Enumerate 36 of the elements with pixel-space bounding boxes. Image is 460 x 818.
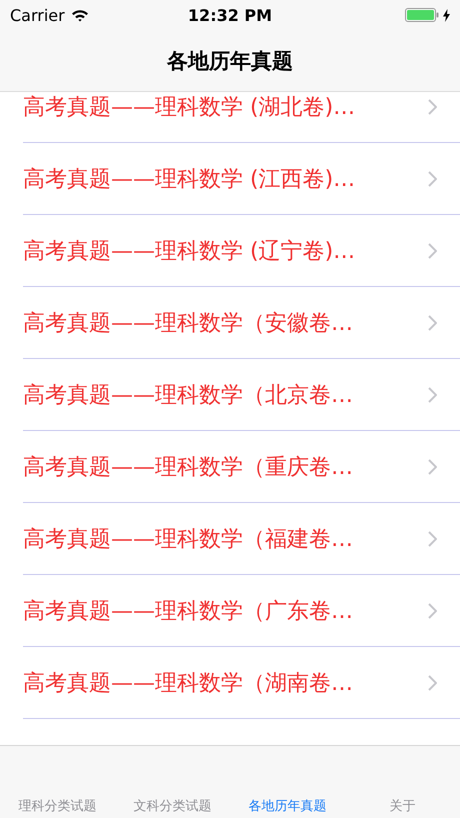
row-title: 高考真题——理科数学 (江西卷)… [23,166,356,194]
list-row[interactable]: 高考真题——理科数学（北京卷… [23,359,460,431]
chevron-icon [428,98,437,114]
row-title: 高考真题——理科数学（北京卷… [23,382,353,410]
list-row[interactable]: 高考真题——理科数学（福建卷… [23,503,460,575]
list-row[interactable]: 高考真题——理科数学 (湖北卷)… [23,92,460,143]
battery-icon [405,8,439,22]
tab[interactable]: 关于 [390,797,416,818]
list-row[interactable]: 高考真题——理科数学（广东卷… [23,575,460,647]
tab[interactable]: 理科分类试题 [18,797,96,818]
time-label: 12:32 PM [188,6,272,24]
row-title: 高考真题——理科数学 (湖北卷)… [23,94,356,122]
nav-title: 各地历年真题 [167,48,293,74]
row-title: 高考真题——理科数学（安徽卷… [23,310,353,338]
chevron-icon [428,530,437,546]
list-row[interactable]: 高考真题——理科数学 (辽宁卷)… [23,215,460,287]
tab[interactable]: 各地历年真题 [248,797,326,818]
tab[interactable]: 文科分类试题 [134,797,212,818]
list-row[interactable]: 高考真题——理科数学（重庆卷… [23,431,460,503]
list-row[interactable]: 高考真题——理科数学 (江西卷)… [23,143,460,215]
carrier-label: Carrier [10,6,65,24]
row-title: 高考真题——理科数学（广东卷… [23,598,353,626]
list-row[interactable]: 高考真题——理科数学（湖南卷… [23,647,460,719]
chevron-icon [428,314,437,330]
chevron-icon [428,242,437,258]
wifi-icon [70,8,89,22]
chevron-icon [428,386,437,402]
row-title: 高考真题——理科数学（湖南卷… [23,670,353,698]
list-row[interactable]: 高考真题——理科数学（安徽卷… [23,287,460,359]
row-title: 高考真题——理科数学（重庆卷… [23,454,353,482]
row-title: 高考真题——理科数学 (辽宁卷)… [23,238,356,266]
chevron-icon [428,674,437,690]
chevron-icon [428,170,437,186]
chevron-icon [428,602,437,618]
row-title: 高考真题——理科数学（福建卷… [23,526,353,554]
chevron-icon [428,458,437,474]
